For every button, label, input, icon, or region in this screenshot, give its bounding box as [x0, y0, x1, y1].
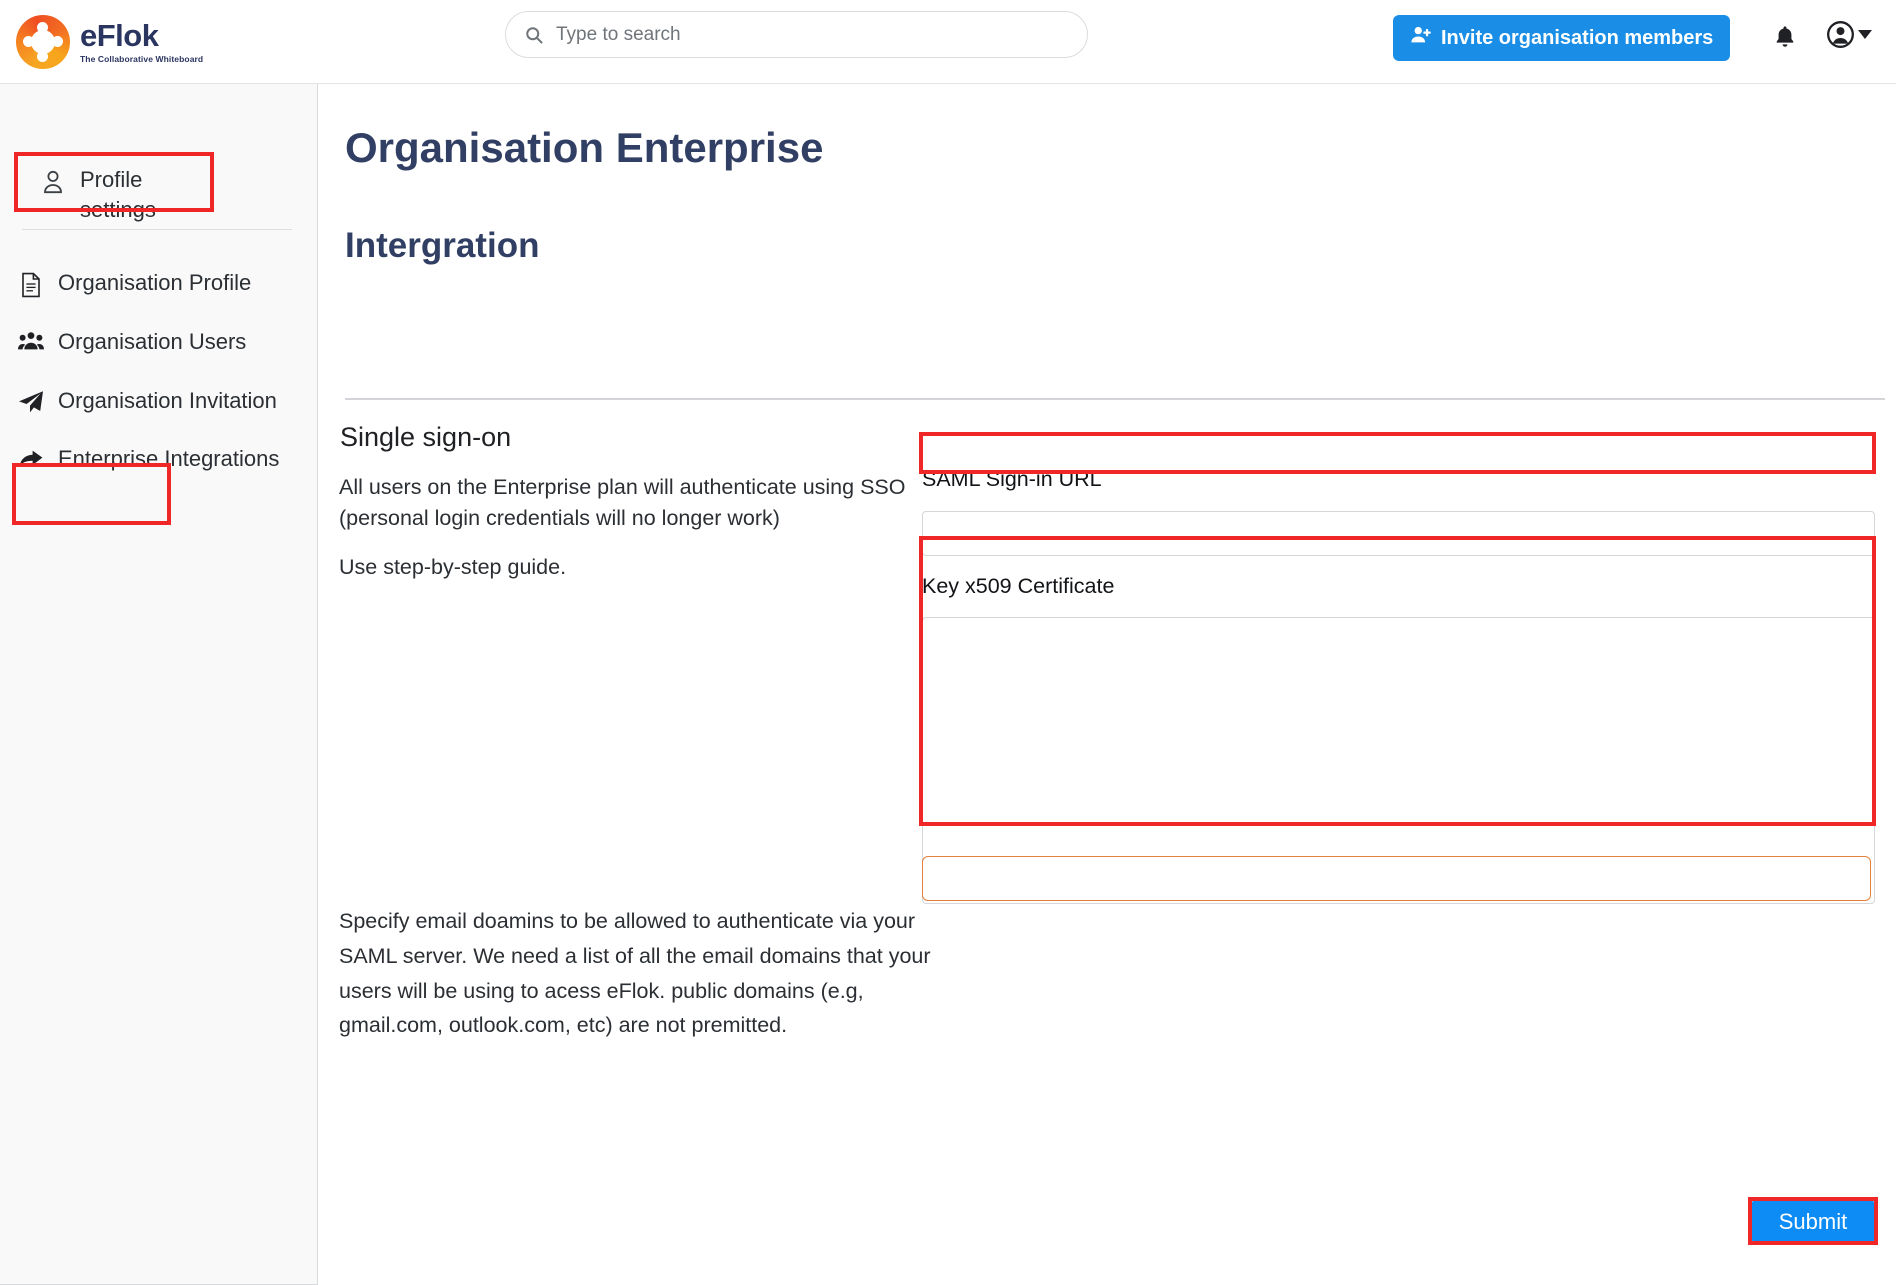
search-icon — [524, 25, 544, 45]
chevron-down-icon — [1858, 30, 1872, 39]
notifications-button[interactable] — [1770, 22, 1800, 54]
key-x509-certificate-label: Key x509 Certificate — [922, 574, 1114, 599]
sidebar-divider — [22, 229, 292, 230]
sidebar-nav-list: Organisation Profile Organisation Users — [0, 262, 318, 497]
search-input[interactable] — [556, 12, 1069, 57]
sidebar-item-organisation-profile-label: Organisation Profile — [58, 268, 302, 298]
submit-button[interactable]: Submit — [1752, 1200, 1874, 1243]
saml-signin-url-label: SAML Sign-in URL — [922, 467, 1102, 492]
brand-text: eFlok The Collaborative Whiteboard — [80, 20, 203, 64]
section-title-integration: Intergration — [345, 226, 539, 266]
sidebar-item-organisation-profile[interactable]: Organisation Profile — [0, 262, 318, 304]
sidebar-item-profile-settings-label: Profile settings — [80, 165, 206, 224]
sidebar-item-enterprise-integrations[interactable]: Enterprise Integrations — [0, 438, 318, 480]
content-divider — [345, 398, 1885, 400]
account-menu-button[interactable] — [1826, 20, 1872, 49]
top-bar: eFlok The Collaborative Whiteboard — [0, 0, 1896, 84]
paper-plane-icon — [18, 386, 44, 414]
sso-description-paragraph: All users on the Enterprise plan will au… — [339, 472, 954, 533]
main-content: Organisation Enterprise Intergration Sin… — [318, 84, 1896, 1285]
sidebar-item-organisation-users-label: Organisation Users — [58, 327, 302, 357]
user-outline-icon — [40, 165, 66, 195]
eflok-circle-logo-icon — [16, 15, 70, 69]
sidebar-item-organisation-users[interactable]: Organisation Users — [0, 321, 318, 363]
email-domains-description-paragraph: Specify email doamins to be allowed to a… — [339, 904, 949, 1043]
search-box[interactable] — [505, 11, 1088, 58]
users-icon — [18, 327, 44, 353]
single-sign-on-heading: Single sign-on — [340, 422, 511, 453]
email-domains-input[interactable] — [922, 856, 1871, 901]
invite-button-label: Invite organisation members — [1441, 27, 1713, 50]
sso-guide-paragraph: Use step-by-step guide. — [339, 552, 899, 583]
invite-organisation-members-button[interactable]: Invite organisation members — [1393, 15, 1730, 61]
brand-tagline: The Collaborative Whiteboard — [80, 55, 203, 64]
share-arrow-icon — [18, 444, 44, 470]
saml-signin-url-input[interactable] — [922, 511, 1875, 556]
sidebar-item-enterprise-integrations-label: Enterprise Integrations — [58, 444, 302, 474]
app-root: eFlok The Collaborative Whiteboard — [0, 0, 1896, 1285]
user-plus-icon — [1410, 24, 1432, 52]
brand-name: eFlok — [80, 20, 203, 51]
account-circle-icon — [1826, 20, 1855, 49]
sidebar-item-profile-settings[interactable]: Profile settings — [22, 159, 222, 230]
page-title: Organisation Enterprise — [345, 124, 823, 172]
sidebar-item-organisation-invitation-label: Organisation Invitation — [58, 386, 302, 416]
document-icon — [18, 268, 44, 298]
sidebar-item-organisation-invitation[interactable]: Organisation Invitation — [0, 380, 318, 422]
bell-icon — [1774, 24, 1796, 53]
sidebar: Profile settings Organisation Profile — [0, 84, 318, 1285]
brand-logo[interactable]: eFlok The Collaborative Whiteboard — [16, 0, 203, 84]
